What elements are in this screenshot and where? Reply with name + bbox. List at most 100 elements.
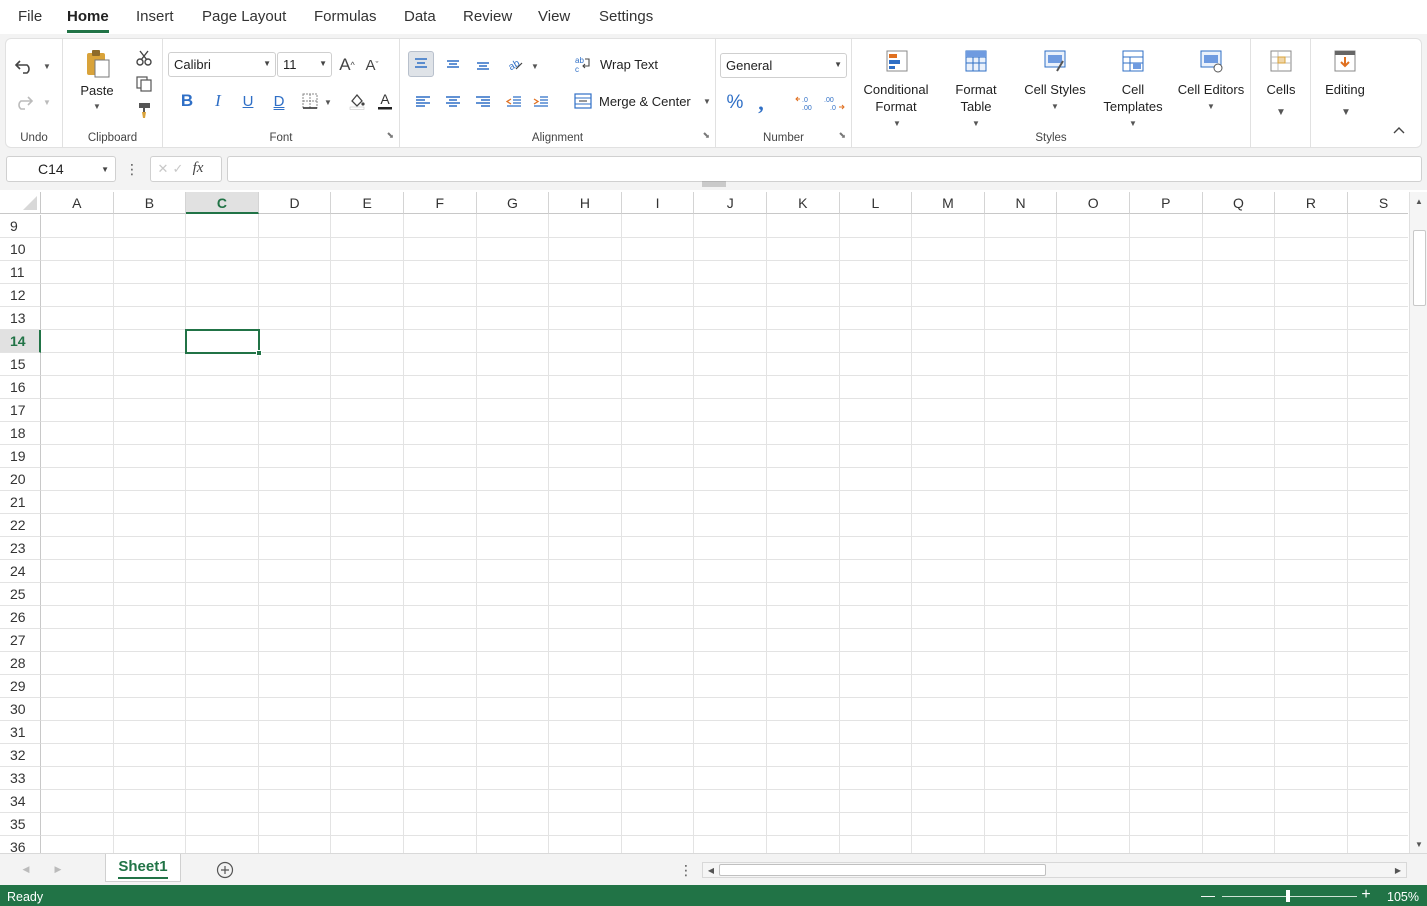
- tab-data[interactable]: Data: [404, 8, 436, 25]
- row-header[interactable]: 19: [0, 445, 41, 468]
- row-header[interactable]: 20: [0, 468, 41, 491]
- tab-settings[interactable]: Settings: [599, 8, 653, 25]
- column-header[interactable]: I: [621, 192, 695, 214]
- zoom-slider-thumb[interactable]: [1286, 890, 1290, 902]
- column-header[interactable]: P: [1130, 192, 1203, 214]
- row-header[interactable]: 32: [0, 744, 41, 767]
- row-header[interactable]: 35: [0, 813, 41, 836]
- column-header[interactable]: Q: [1202, 192, 1276, 214]
- number-format-select[interactable]: General ▼: [720, 53, 847, 78]
- active-cell[interactable]: [185, 329, 260, 354]
- row-header[interactable]: 22: [0, 514, 41, 537]
- column-header[interactable]: K: [767, 192, 840, 214]
- text-orientation-dropdown-icon[interactable]: ▼: [530, 61, 540, 71]
- zoom-level[interactable]: 105%: [1387, 890, 1419, 904]
- column-header[interactable]: N: [984, 192, 1058, 214]
- font-size-select[interactable]: 11 ▼: [277, 52, 332, 77]
- redo-icon[interactable]: [12, 91, 36, 113]
- scroll-up-icon[interactable]: ▲: [1412, 194, 1426, 208]
- merge-center-button[interactable]: Merge & Center ▼: [572, 90, 712, 112]
- align-center-icon[interactable]: [442, 91, 464, 113]
- row-header[interactable]: 12: [0, 284, 41, 307]
- row-header[interactable]: 30: [0, 698, 41, 721]
- row-header[interactable]: 23: [0, 537, 41, 560]
- tab-file[interactable]: File: [18, 8, 42, 25]
- scroll-down-icon[interactable]: ▼: [1412, 837, 1426, 851]
- column-header[interactable]: M: [912, 192, 985, 214]
- italic-icon[interactable]: I: [206, 89, 230, 113]
- align-left-icon[interactable]: [412, 91, 434, 113]
- align-right-icon[interactable]: [472, 91, 494, 113]
- row-header[interactable]: 33: [0, 767, 41, 790]
- decrease-decimal-icon[interactable]: .00.0: [822, 91, 846, 115]
- insert-function-icon[interactable]: fx: [189, 159, 207, 177]
- column-header[interactable]: J: [694, 192, 767, 214]
- tab-page-layout[interactable]: Page Layout: [202, 8, 286, 25]
- font-color-icon[interactable]: A: [374, 89, 396, 113]
- row-header[interactable]: 16: [0, 376, 41, 399]
- redo-dropdown-icon[interactable]: ▼: [42, 97, 52, 107]
- cell-templates-button[interactable]: Cell Templates ▼: [1096, 47, 1170, 129]
- column-header[interactable]: L: [839, 192, 913, 214]
- formula-bar-resize-handle-icon[interactable]: [701, 180, 727, 188]
- cells-group[interactable]: Cells ▼: [1251, 39, 1311, 147]
- tab-home[interactable]: Home: [67, 8, 109, 33]
- row-header[interactable]: 28: [0, 652, 41, 675]
- formula-input[interactable]: [227, 156, 1422, 182]
- row-header[interactable]: 9: [0, 215, 41, 238]
- cell-editors-button[interactable]: Cell Editors ▼: [1174, 47, 1248, 129]
- row-header[interactable]: 25: [0, 583, 41, 606]
- collapse-ribbon-icon[interactable]: [1389, 121, 1409, 139]
- row-header[interactable]: 18: [0, 422, 41, 445]
- horizontal-scroll-thumb[interactable]: [719, 864, 1046, 876]
- increase-decimal-icon[interactable]: .0.00: [794, 91, 818, 115]
- cancel-icon[interactable]: ✕: [157, 160, 169, 178]
- column-header[interactable]: C: [186, 192, 259, 214]
- fill-handle[interactable]: [255, 350, 262, 356]
- vertical-scroll-thumb[interactable]: [1413, 230, 1426, 306]
- borders-icon[interactable]: [299, 89, 321, 113]
- row-header[interactable]: 36: [0, 836, 41, 853]
- cell-styles-button[interactable]: Cell Styles ▼: [1018, 47, 1092, 129]
- zoom-in-icon[interactable]: +: [1359, 886, 1373, 903]
- fill-color-icon[interactable]: [346, 89, 368, 113]
- decrease-font-icon[interactable]: Aˇ: [361, 54, 383, 76]
- select-all-corner[interactable]: [0, 192, 41, 214]
- increase-font-icon[interactable]: A ^: [336, 54, 358, 76]
- row-header[interactable]: 10: [0, 238, 41, 261]
- spreadsheet-grid[interactable]: A B C D E F G H I J K L M N O P Q R S 9 10 11 12 13 14 15 16 17 18 19…: [0, 192, 1408, 853]
- align-middle-icon[interactable]: [440, 51, 466, 77]
- conditional-format-button[interactable]: Conditional Format ▼: [858, 47, 934, 129]
- underline-icon[interactable]: U: [236, 89, 260, 113]
- column-header[interactable]: B: [113, 192, 187, 214]
- row-header[interactable]: 29: [0, 675, 41, 698]
- row-header[interactable]: 11: [0, 261, 41, 284]
- sheet-tab-sheet1[interactable]: Sheet1: [105, 854, 181, 882]
- row-header[interactable]: 17: [0, 399, 41, 422]
- row-header[interactable]: 21: [0, 491, 41, 514]
- undo-icon[interactable]: [12, 55, 36, 77]
- row-header[interactable]: 24: [0, 560, 41, 583]
- tab-review[interactable]: Review: [463, 8, 512, 25]
- editing-group[interactable]: Editing ▼: [1311, 39, 1371, 147]
- decrease-indent-icon[interactable]: [503, 91, 525, 113]
- scroll-right-icon[interactable]: ▶: [1391, 863, 1405, 877]
- more-options-icon[interactable]: ⋮: [125, 158, 139, 180]
- vertical-scrollbar[interactable]: ▲ ▼: [1409, 192, 1427, 853]
- borders-dropdown-icon[interactable]: ▼: [323, 97, 333, 107]
- column-header[interactable]: H: [549, 192, 622, 214]
- zoom-out-icon[interactable]: —: [1201, 887, 1215, 903]
- row-header[interactable]: 27: [0, 629, 41, 652]
- copy-icon[interactable]: [133, 73, 155, 95]
- previous-sheet-icon[interactable]: ◀: [19, 862, 33, 876]
- row-header[interactable]: 34: [0, 790, 41, 813]
- horizontal-scrollbar[interactable]: ◀ ▶: [702, 862, 1407, 878]
- bold-icon[interactable]: B: [175, 89, 199, 113]
- row-header[interactable]: 14: [0, 330, 41, 353]
- wrap-text-button[interactable]: ab c Wrap Text: [572, 53, 682, 75]
- name-box[interactable]: C14 ▼: [6, 156, 116, 182]
- row-header[interactable]: 15: [0, 353, 41, 376]
- tab-insert[interactable]: Insert: [136, 8, 174, 25]
- format-painter-icon[interactable]: [133, 99, 155, 121]
- column-header[interactable]: S: [1347, 192, 1408, 214]
